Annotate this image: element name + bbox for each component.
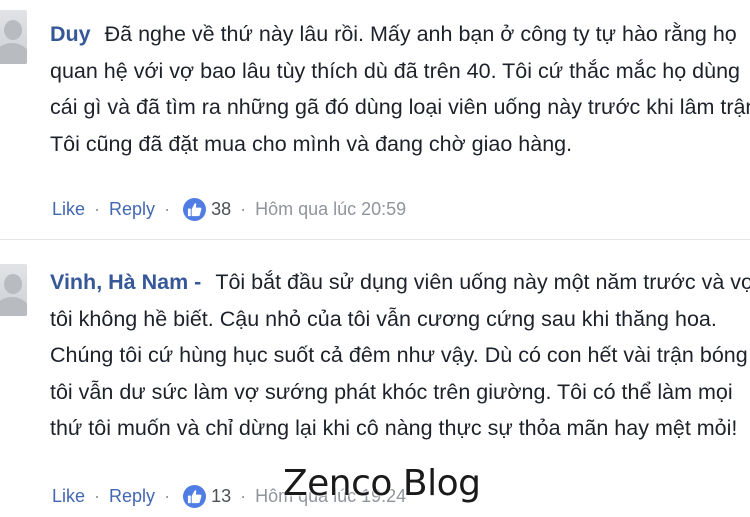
separator: · <box>94 199 101 219</box>
comment-timestamp[interactable]: Hôm qua lúc 20:59 <box>255 199 406 220</box>
like-count: 38 <box>211 199 232 219</box>
comment-author[interactable]: Duy <box>50 22 91 46</box>
separator: · <box>240 199 247 219</box>
thumbs-up-icon[interactable] <box>183 198 207 221</box>
like-link[interactable]: Like <box>52 199 85 220</box>
comment-text: Tôi bắt đầu sử dụng viên uống này một nă… <box>50 270 750 440</box>
comment-divider <box>0 239 750 240</box>
default-avatar-icon[interactable] <box>0 264 27 316</box>
like-count: 13 <box>211 486 232 506</box>
default-avatar-icon[interactable] <box>0 10 27 64</box>
reply-link[interactable]: Reply <box>109 486 155 507</box>
comments-page: Duy Đã nghe về thứ này lâu rồi. Mấy anh b… <box>0 0 750 517</box>
comment-timestamp[interactable]: Hôm qua lúc 19:24 <box>255 486 406 507</box>
avatar-body <box>0 297 27 316</box>
thumbs-up-icon[interactable] <box>183 485 207 508</box>
separator: · <box>240 486 247 506</box>
avatar-body <box>0 43 27 64</box>
reply-link[interactable]: Reply <box>109 199 155 220</box>
avatar-head <box>4 274 22 294</box>
avatar-head <box>4 20 22 40</box>
comment-actions: Like · Reply · 13 · Hôm qua lúc 19:24 <box>52 485 406 508</box>
comment-body: Vinh, Hà Nam - Tôi bắt đầu sử dụng viên u… <box>50 264 750 447</box>
comment-actions: Like · Reply · 38 · Hôm qua lúc 20:59 <box>52 198 406 221</box>
separator: · <box>164 486 171 506</box>
separator: · <box>164 199 171 219</box>
separator: · <box>94 486 101 506</box>
comment-body: Duy Đã nghe về thứ này lâu rồi. Mấy anh b… <box>50 16 750 162</box>
comment-author[interactable]: Vinh, Hà Nam - <box>50 270 201 294</box>
comment-text: Đã nghe về thứ này lâu rồi. Mấy anh bạn … <box>50 22 750 156</box>
like-link[interactable]: Like <box>52 486 85 507</box>
